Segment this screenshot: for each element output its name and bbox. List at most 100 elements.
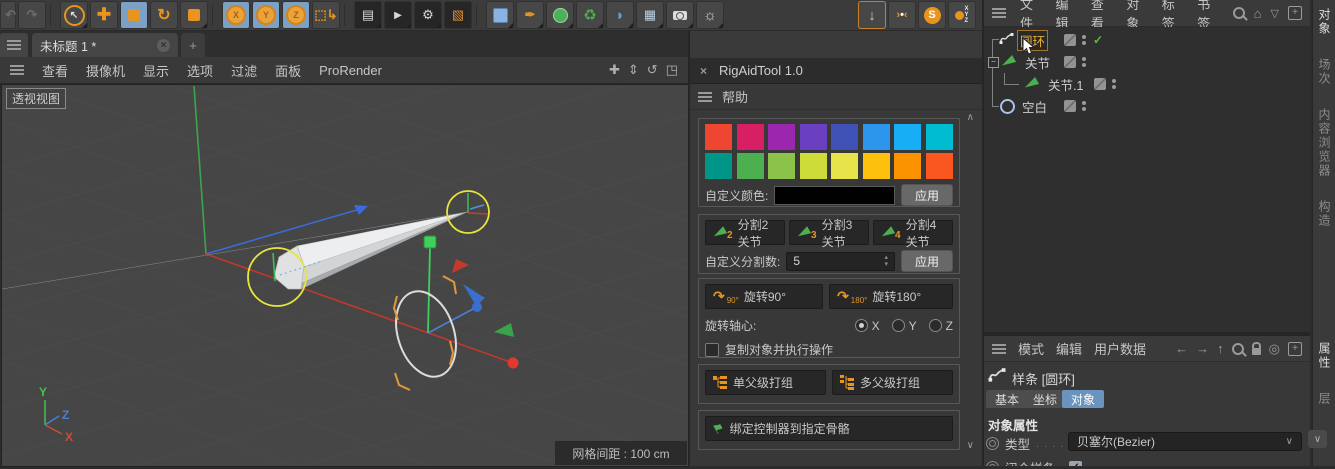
menu-panel[interactable]: 面板 xyxy=(275,61,301,80)
copy-object-checkbox[interactable] xyxy=(705,342,719,357)
home-icon[interactable]: ⌂ xyxy=(1254,6,1262,21)
scroll-more-button[interactable]: ∨ xyxy=(1308,430,1327,448)
scroll-up-icon[interactable]: ∧ xyxy=(967,112,974,123)
side-tab-attributes[interactable]: 属性 xyxy=(1316,342,1333,370)
color-swatch[interactable] xyxy=(705,153,732,179)
visibility-dots[interactable] xyxy=(1112,79,1116,89)
close-tab-icon[interactable]: × xyxy=(157,38,170,52)
render-settings-button[interactable]: ⚙ xyxy=(414,1,442,29)
search-icon[interactable] xyxy=(1232,7,1245,19)
undo-button[interactable]: ↶ xyxy=(0,1,16,29)
add-view-icon[interactable]: + xyxy=(1288,6,1302,20)
gizmo-y-handle[interactable] xyxy=(423,235,437,249)
visibility-dots[interactable] xyxy=(1082,101,1086,111)
back-arrow-icon[interactable]: ← xyxy=(1175,341,1188,356)
rotate-band-z[interactable] xyxy=(463,284,485,306)
color-swatch[interactable] xyxy=(799,124,827,150)
lock-icon[interactable] xyxy=(1251,341,1261,355)
apply-color-button[interactable]: 应用 xyxy=(900,184,953,206)
split-4-joints-button[interactable]: 4 分割4关节 xyxy=(873,218,953,249)
subdivision-surface-button[interactable] xyxy=(546,1,574,29)
panel-menu-icon[interactable] xyxy=(698,91,712,102)
visibility-dots[interactable] xyxy=(1082,57,1086,67)
rotate-band-x[interactable] xyxy=(452,259,469,273)
viewport-view-label[interactable]: 透视视图 xyxy=(6,88,67,109)
scroll-down-icon[interactable]: ∨ xyxy=(967,440,974,451)
bone-object[interactable] xyxy=(1,211,468,290)
enable-axis-button[interactable]: ›•‹ xyxy=(888,1,916,29)
document-tab[interactable]: 未标题 1 * × xyxy=(32,33,178,57)
left-joint-y-handle[interactable] xyxy=(272,252,276,282)
deformer-button[interactable]: ◗ xyxy=(606,1,634,29)
tab-basic[interactable]: 基本 xyxy=(986,390,1029,408)
bind-controller-button[interactable]: ⚑ 绑定控制器到指定骨骼 xyxy=(705,416,953,441)
split-3-joints-button[interactable]: 3 分割3关节 xyxy=(789,218,869,249)
object-row-null[interactable]: 空白 xyxy=(984,96,1310,116)
menu-options[interactable]: 选项 xyxy=(187,61,213,80)
object-tree[interactable]: − 圆环 ✓ 关节 关节.1 空白 xyxy=(984,27,1310,332)
dolly-view-icon[interactable]: ⇕ xyxy=(628,62,639,78)
render-to-picture-viewer-button[interactable]: ▶ xyxy=(384,1,412,29)
add-panel-icon[interactable]: + xyxy=(1288,341,1302,356)
forward-arrow-icon[interactable]: → xyxy=(1196,341,1209,356)
om-menu-icon[interactable] xyxy=(992,8,1006,18)
layer-toggle[interactable] xyxy=(1064,34,1076,46)
attr-menu-mode[interactable]: 模式 xyxy=(1018,339,1044,358)
color-swatch[interactable] xyxy=(799,153,827,179)
color-swatch[interactable] xyxy=(705,124,732,150)
tab-coordinates[interactable]: 坐标 xyxy=(1024,390,1067,408)
closed-spline-checkbox[interactable]: ✓ xyxy=(1069,461,1083,466)
rotate-view-icon[interactable]: ↺ xyxy=(647,62,658,78)
maximize-view-icon[interactable]: ◳ xyxy=(666,62,678,78)
tabbar-menu-button[interactable] xyxy=(0,33,28,57)
side-tab-content-browser[interactable]: 内容浏览器 xyxy=(1316,108,1333,178)
multi-parent-group-button[interactable]: 多父级打组 xyxy=(832,370,953,395)
y-axis-lock-button[interactable]: Y xyxy=(252,1,280,29)
coordinate-system-button[interactable]: ⬚↳ xyxy=(312,1,340,29)
pan-view-icon[interactable]: ✚ xyxy=(609,62,620,78)
array-generator-button[interactable]: ♻ xyxy=(576,1,604,29)
color-swatch[interactable] xyxy=(736,153,764,179)
param-circle-icon[interactable] xyxy=(986,437,999,450)
z-axis-lock-button[interactable]: Z xyxy=(282,1,310,29)
tip-z-handle[interactable] xyxy=(469,204,485,210)
enabled-check-icon[interactable]: ✓ xyxy=(1093,33,1103,47)
live-selection-tool[interactable]: ↖ xyxy=(60,1,88,29)
redo-button[interactable]: ↷ xyxy=(18,1,46,29)
object-row-joint1[interactable]: 关节.1 xyxy=(984,74,1310,94)
last-tool[interactable] xyxy=(180,1,208,29)
menu-camera[interactable]: 摄像机 xyxy=(86,61,125,80)
workplane-button[interactable]: XYZ xyxy=(948,1,976,29)
menu-filter[interactable]: 过滤 xyxy=(231,61,257,80)
target-icon[interactable]: ◎ xyxy=(1269,341,1280,357)
color-swatch[interactable] xyxy=(894,153,922,179)
param-circle-icon[interactable] xyxy=(986,461,999,466)
attr-menu-userdata[interactable]: 用户数据 xyxy=(1094,339,1146,358)
close-panel-icon[interactable]: × xyxy=(700,64,707,78)
axis-z-radio[interactable] xyxy=(928,319,942,332)
move-tool[interactable]: ✚ xyxy=(90,1,118,29)
color-swatch[interactable] xyxy=(831,153,859,179)
menu-display[interactable]: 显示 xyxy=(143,61,169,80)
attr-menu-edit[interactable]: 编辑 xyxy=(1056,339,1082,358)
visibility-dots[interactable] xyxy=(1082,35,1086,45)
filter-funnel-icon[interactable]: ▽ xyxy=(1271,7,1279,20)
side-tab-takes[interactable]: 场次 xyxy=(1316,58,1333,86)
single-parent-group-button[interactable]: 单父级打组 xyxy=(705,370,826,395)
gizmo-y-axis[interactable] xyxy=(427,247,431,334)
rotate-band-y[interactable] xyxy=(494,323,514,337)
color-swatch[interactable] xyxy=(925,153,953,179)
scale-tool[interactable] xyxy=(120,1,148,29)
rigaidtool-titlebar[interactable]: × RigAidTool 1.0 xyxy=(690,58,982,84)
x-axis-lock-button[interactable]: X xyxy=(222,1,250,29)
color-swatch[interactable] xyxy=(862,124,890,150)
search-icon[interactable] xyxy=(1231,342,1244,355)
up-arrow-icon[interactable]: ↑ xyxy=(1217,341,1224,356)
gizmo-x-handle[interactable] xyxy=(507,357,519,369)
object-name[interactable]: 空白 xyxy=(1020,97,1049,116)
side-tab-layers[interactable]: 层 xyxy=(1316,392,1333,406)
edit-render-settings-button[interactable]: ▧ xyxy=(444,1,472,29)
environment-button[interactable]: ▦ xyxy=(636,1,664,29)
apply-split-button[interactable]: 应用 xyxy=(900,250,953,272)
make-editable-button[interactable]: ↓ xyxy=(858,1,886,29)
